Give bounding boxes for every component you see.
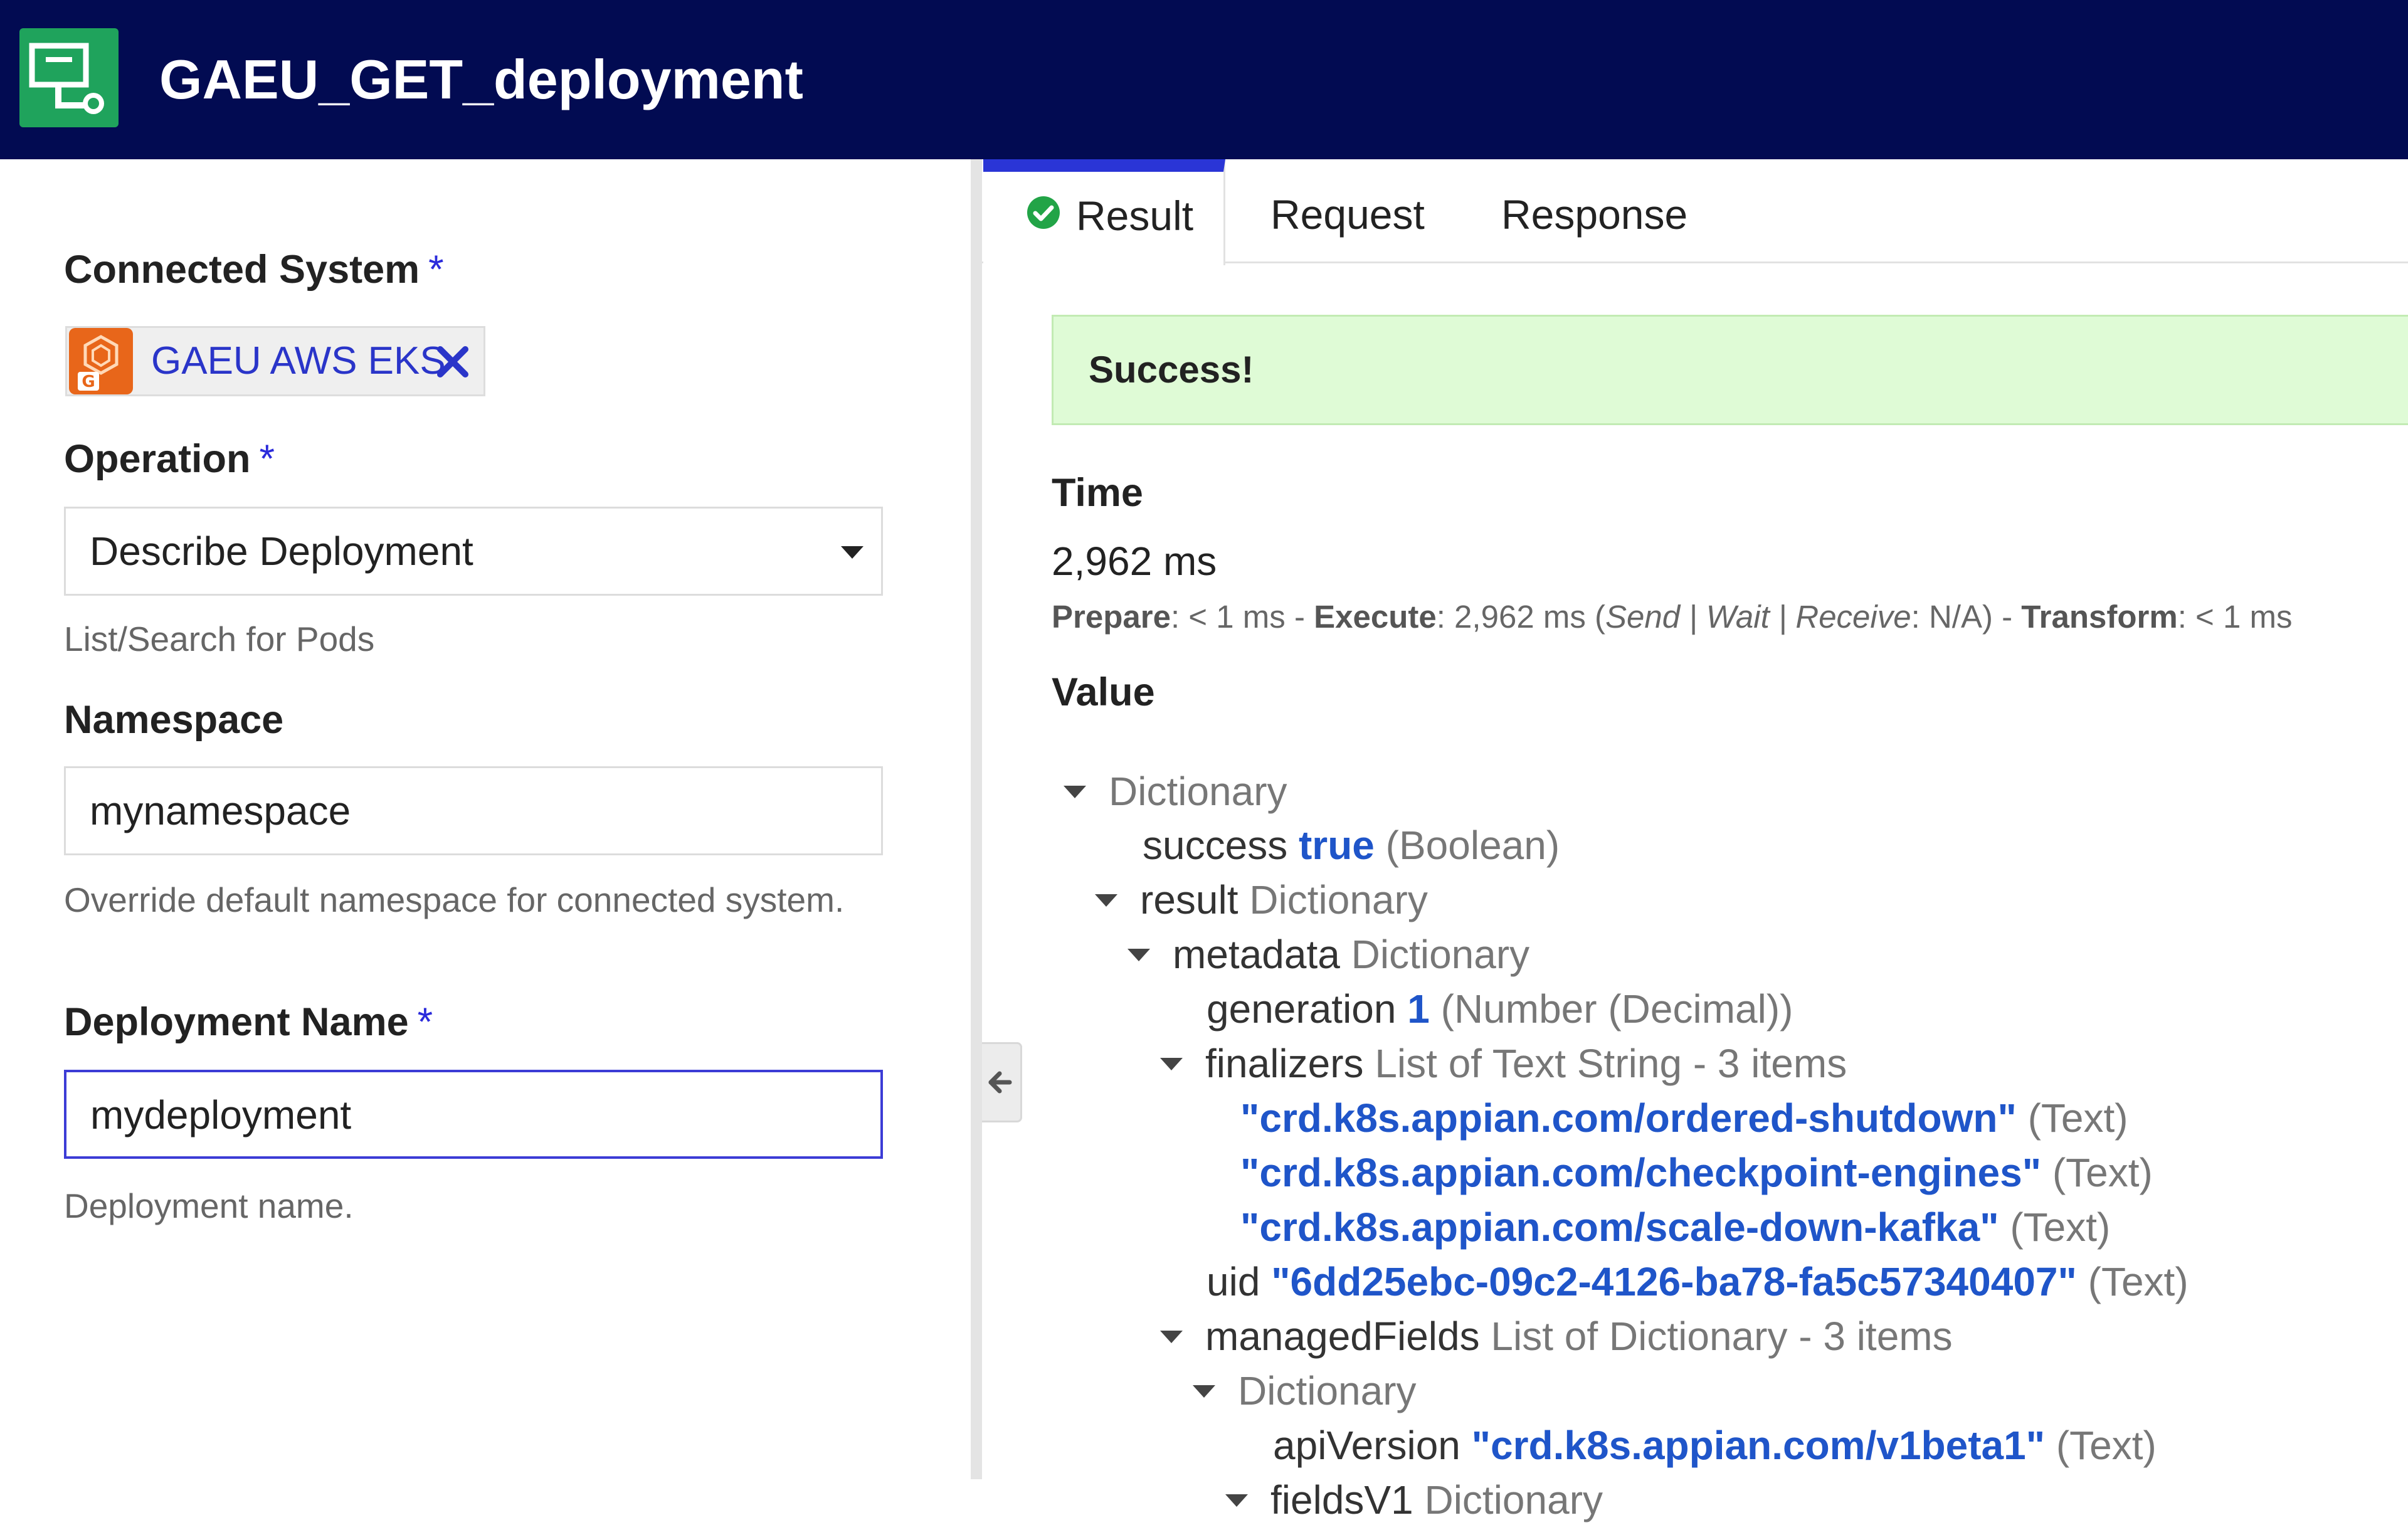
tree-node[interactable]: finalizers List of Text String - 3 items bbox=[1160, 1038, 1847, 1089]
deployment-name-input[interactable]: mydeployment bbox=[64, 1070, 883, 1159]
time-breakdown: Prepare: < 1 ms - Execute: 2,962 ms (Sen… bbox=[1052, 599, 2293, 635]
namespace-value: mynamespace bbox=[90, 788, 351, 833]
required-marker: * bbox=[417, 1000, 433, 1044]
caret-down-icon[interactable] bbox=[1225, 1494, 1248, 1507]
deployment-name-label: Deployment Name * bbox=[64, 1000, 433, 1044]
tree-node-type: Dictionary bbox=[1238, 1368, 1417, 1413]
tree-node-type: Dictionary bbox=[1249, 877, 1428, 922]
tree-node-type: (Number (Decimal)) bbox=[1440, 986, 1793, 1032]
tree-node-type: List of Dictionary - 3 items bbox=[1491, 1314, 1953, 1359]
tree-node[interactable]: Dictionary bbox=[1193, 1366, 1417, 1416]
tree-node-type: (Text) bbox=[2056, 1423, 2157, 1468]
tree-node-value: "crd.k8s.appian.com/ordered-shutdown" bbox=[1240, 1095, 2028, 1141]
time-title: Time bbox=[1052, 471, 1143, 515]
tree-node-type: (Text) bbox=[2010, 1205, 2111, 1250]
connected-system-label: Connected System * bbox=[64, 248, 444, 292]
tree-node-type: (Text) bbox=[2052, 1150, 2153, 1195]
tree-node-value: 1 bbox=[1407, 986, 1441, 1032]
tree-node: success true (Boolean) bbox=[1143, 820, 1560, 870]
namespace-label: Namespace bbox=[64, 698, 284, 742]
tree-node-value: true bbox=[1298, 823, 1386, 868]
tree-node: "crd.k8s.appian.com/scale-down-kafka" (T… bbox=[1240, 1202, 2110, 1252]
operation-value: Describe Deployment bbox=[90, 529, 473, 574]
tree-node[interactable]: result Dictionary bbox=[1095, 875, 1428, 925]
caret-down-icon[interactable] bbox=[1160, 1058, 1183, 1071]
success-banner: Success! bbox=[1052, 315, 2408, 425]
tree-node-type: Dictionary bbox=[1424, 1477, 1603, 1522]
tree-node-value: "6dd25ebc-09c2-4126-ba78-fa5c57340407" bbox=[1271, 1259, 2088, 1304]
integration-form: Connected System * G GAEU AWS EKS Operati… bbox=[0, 159, 972, 1479]
tree-node: apiVersion "crd.k8s.appian.com/v1beta1" … bbox=[1273, 1420, 2157, 1470]
app-header: GAEU_GET_deployment bbox=[0, 0, 2408, 159]
caret-down-icon[interactable] bbox=[1160, 1331, 1183, 1344]
connected-system-chip[interactable]: G GAEU AWS EKS bbox=[65, 326, 485, 396]
panel-splitter[interactable] bbox=[971, 159, 982, 1479]
status-text: Success! bbox=[1089, 349, 1254, 391]
tree-node: "crd.k8s.appian.com/ordered-shutdown" (T… bbox=[1240, 1093, 2128, 1143]
caret-down-icon[interactable] bbox=[1127, 949, 1150, 962]
caret-down-icon[interactable] bbox=[1064, 786, 1086, 799]
tree-node-type: (Text) bbox=[2027, 1095, 2128, 1141]
tree-node-key: managedFields bbox=[1205, 1314, 1491, 1359]
operation-label: Operation * bbox=[64, 437, 275, 481]
tree-node-value: "crd.k8s.appian.com/scale-down-kafka" bbox=[1240, 1205, 2010, 1250]
connected-system-name: GAEU AWS EKS bbox=[151, 339, 446, 383]
deployment-name-value: mydeployment bbox=[90, 1092, 352, 1137]
tree-node-type: (Boolean) bbox=[1385, 823, 1560, 868]
required-marker: * bbox=[259, 437, 275, 481]
tab-request[interactable]: Request bbox=[1270, 159, 1425, 263]
value-title: Value bbox=[1052, 670, 1155, 714]
tree-node[interactable]: fieldsV1 Dictionary bbox=[1225, 1475, 1603, 1525]
tree-node-value: "crd.k8s.appian.com/checkpoint-engines" bbox=[1240, 1150, 2052, 1195]
close-icon[interactable] bbox=[435, 344, 470, 379]
tree-node-type: List of Text String - 3 items bbox=[1375, 1041, 1847, 1086]
tree-node-key: fieldsV1 bbox=[1270, 1477, 1425, 1522]
tree-node-key: metadata bbox=[1173, 932, 1351, 977]
tree-node-key: uid bbox=[1207, 1259, 1272, 1304]
tree-node[interactable]: managedFields List of Dictionary - 3 ite… bbox=[1160, 1311, 1953, 1361]
page-title: GAEU_GET_deployment bbox=[159, 48, 803, 110]
tree-node-type: (Text) bbox=[2088, 1259, 2189, 1304]
integration-icon bbox=[19, 28, 119, 127]
caret-down-icon[interactable] bbox=[1095, 894, 1117, 907]
aws-eks-icon: G bbox=[69, 328, 133, 394]
operation-help: List/Search for Pods bbox=[64, 620, 375, 658]
tree-node-type: Dictionary bbox=[1109, 769, 1287, 814]
tab-response[interactable]: Response bbox=[1501, 159, 1687, 263]
operation-dropdown[interactable]: Describe Deployment bbox=[64, 507, 883, 596]
tree-node-value: "crd.k8s.appian.com/v1beta1" bbox=[1471, 1423, 2056, 1468]
result-panel: Result Request Response Success! Time 2,… bbox=[982, 159, 2408, 1522]
required-marker: * bbox=[428, 248, 444, 292]
tree-node-type: Dictionary bbox=[1351, 932, 1530, 977]
namespace-help: Override default namespace for connected… bbox=[64, 880, 845, 919]
tree-node: "crd.k8s.appian.com/checkpoint-engines" … bbox=[1240, 1148, 2153, 1198]
deployment-name-help: Deployment name. bbox=[64, 1186, 354, 1225]
chevron-down-icon bbox=[841, 546, 863, 559]
tab-result[interactable]: Result bbox=[983, 159, 1225, 265]
tree-node[interactable]: Dictionary bbox=[1064, 766, 1287, 816]
tree-node-key: success bbox=[1143, 823, 1299, 868]
tree-node: generation 1 (Number (Decimal)) bbox=[1207, 984, 1793, 1034]
check-circle-icon bbox=[1026, 172, 1061, 260]
caret-down-icon[interactable] bbox=[1193, 1385, 1215, 1398]
tree-node-key: result bbox=[1140, 877, 1250, 922]
namespace-input[interactable]: mynamespace bbox=[64, 766, 883, 855]
svg-text:G: G bbox=[82, 372, 95, 391]
tree-node: uid "6dd25ebc-09c2-4126-ba78-fa5c5734040… bbox=[1207, 1257, 2189, 1307]
tree-node[interactable]: metadata Dictionary bbox=[1127, 929, 1529, 979]
tree-node-key: finalizers bbox=[1205, 1041, 1375, 1086]
tree-node-key: generation bbox=[1207, 986, 1408, 1032]
time-value: 2,962 ms bbox=[1052, 539, 1217, 584]
tree-node-key: apiVersion bbox=[1273, 1423, 1472, 1468]
result-tabs: Result Request Response bbox=[982, 159, 2408, 265]
